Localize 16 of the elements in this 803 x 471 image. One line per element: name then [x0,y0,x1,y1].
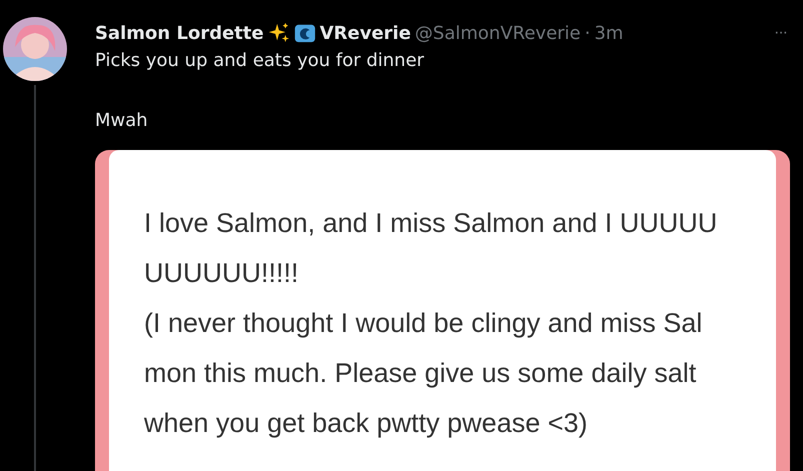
note-line: I love Salmon, and I miss Salmon and I UUUUU [144,207,718,240]
user-handle[interactable]: @SalmonVReverie [414,22,581,44]
display-name[interactable]: VReverie [320,22,411,44]
note-line: (I never thought I would be clingy and miss Sal [144,307,704,340]
note-line: UUUUUU!!!!! [144,257,300,290]
note-line: when you get back pwtty pwease <3) [144,407,589,440]
more-button[interactable]: ··· [774,24,787,42]
post-text: Mwah [95,109,149,133]
note-line: mon this much. Please give us some daily salt [144,357,698,390]
separator: · [584,22,590,44]
display-name[interactable]: Salmon Lordette [95,22,264,44]
post-time[interactable]: 3m [594,22,624,44]
image-frame[interactable]: I love Salmon, and I miss Salmon and I UUUUU UUUUUU!!!!! (I never thought I would be clingy and miss Sal mon this much. Please give us some daily salt when you get back pwtty pwease <3) [95,150,790,471]
sparkles-icon [268,22,290,44]
wave-icon [294,22,316,44]
post-text: Picks you up and eats you for dinner [95,49,426,73]
